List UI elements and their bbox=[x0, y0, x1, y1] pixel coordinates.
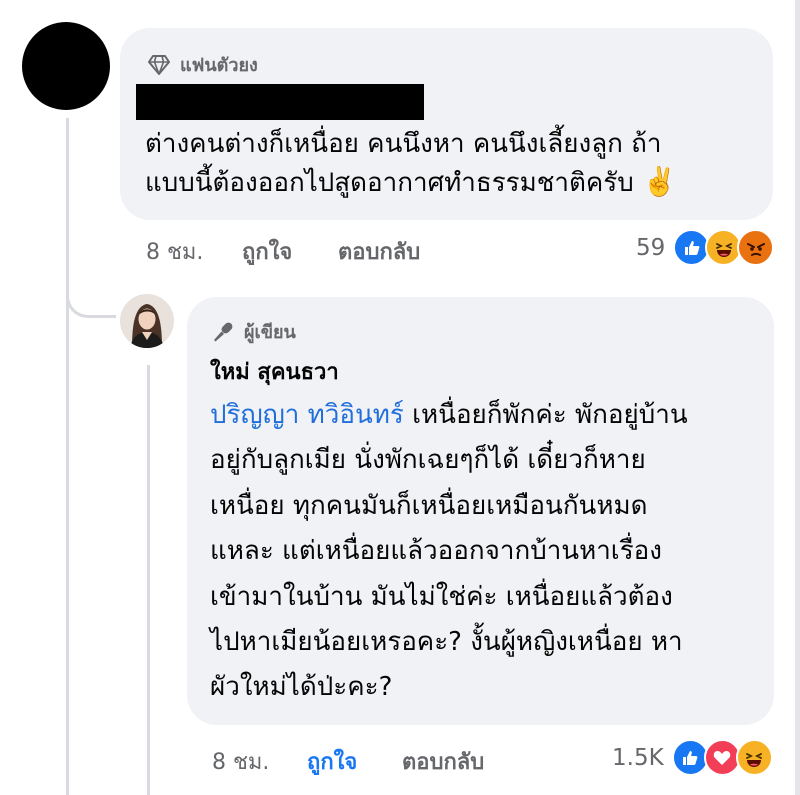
like-button[interactable]: ถูกใจ bbox=[242, 234, 338, 269]
fan-badge: แฟนตัวยง bbox=[148, 50, 258, 79]
comment-time[interactable]: 8 ชม. bbox=[146, 234, 242, 269]
author-badge-label: ผู้เขียน bbox=[244, 322, 296, 343]
haha-reaction-icon bbox=[735, 739, 773, 776]
reply-button[interactable]: ตอบกลับ bbox=[338, 234, 420, 269]
comment-body: ต่างคนต่างก็เหนื่อย คนนึงหา คนนึงเลี้ยงล… bbox=[145, 129, 662, 198]
reply-reaction-count: 1.5K bbox=[612, 744, 664, 771]
reply-actions: 8 ชม. ถูกใจ ตอบกลับ bbox=[212, 744, 484, 779]
author-avatar[interactable] bbox=[120, 294, 174, 348]
reaction-summary[interactable]: 59 bbox=[636, 229, 775, 266]
commenter-avatar[interactable] bbox=[22, 22, 110, 110]
reaction-count: 59 bbox=[636, 234, 666, 261]
comment-actions: 8 ชม. ถูกใจ ตอบกลับ bbox=[146, 234, 420, 269]
reply-text: ปริญญา ทวิอินทร์ เหนื่อยก็พักค่ะ พักอยู่… bbox=[210, 393, 770, 711]
diamond-icon bbox=[148, 54, 170, 75]
author-badge: ผู้เขียน bbox=[212, 317, 296, 346]
reply-reaction-summary[interactable]: 1.5K bbox=[612, 739, 773, 776]
thread-line-reply bbox=[147, 365, 150, 795]
comment-text: ต่างคนต่างก็เหนื่อย คนนึงหา คนนึงเลี้ยงล… bbox=[145, 126, 760, 202]
fan-badge-label: แฟนตัวยง bbox=[180, 55, 258, 76]
redacted-name bbox=[136, 84, 424, 120]
reply-time[interactable]: 8 ชม. bbox=[212, 744, 307, 779]
reply-author-name[interactable]: ใหม่ สุคนธวา bbox=[210, 354, 339, 389]
mention-link[interactable]: ปริญญา ทวิอินทร์ bbox=[210, 400, 404, 430]
scroll-edge bbox=[795, 0, 800, 795]
reply-reply-button[interactable]: ตอบกลับ bbox=[402, 744, 484, 779]
thread-connector bbox=[66, 270, 116, 318]
reply-text-first: เหนื่อยก็พักค่ะ พักอยู่บ้าน bbox=[403, 400, 688, 430]
thread-line-main bbox=[66, 118, 69, 795]
reply-like-button[interactable]: ถูกใจ bbox=[307, 744, 402, 779]
angry-reaction-icon bbox=[737, 229, 775, 266]
victory-hand-icon: ✌️ bbox=[642, 165, 677, 198]
reply-text-rest: อยู่กับลูกเมีย นั่งพักเฉยๆก็ได้ เดี๋ยวก็… bbox=[210, 445, 683, 703]
microphone-icon bbox=[212, 321, 234, 343]
